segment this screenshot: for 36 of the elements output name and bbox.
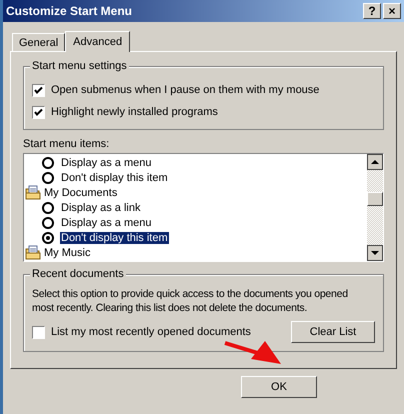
radio-label[interactable]: Display as a menu (60, 156, 152, 168)
radio-label[interactable]: Don't display this item (60, 232, 169, 244)
checkbox[interactable] (32, 326, 45, 338)
title-bar-button[interactable]: ? (363, 3, 381, 19)
description-text: Select this option to provide quick access to the documents you opened most recently. Clearing this list does not delete the documents. (32, 287, 349, 315)
scroll-down-icon (367, 245, 383, 261)
checkbox-label: Open submenus when I pause on them with my mouse (51, 84, 320, 96)
group-title: Start menu settings (30, 60, 129, 72)
checkbox[interactable] (32, 84, 45, 96)
radio-label[interactable]: Display as a menu (60, 216, 152, 228)
check-icon (34, 86, 43, 94)
ok-button[interactable]: OK (241, 376, 317, 398)
radio-label[interactable]: Don't display this item (60, 172, 169, 184)
list-item[interactable]: My Music (43, 246, 92, 258)
radio-button[interactable] (42, 156, 54, 168)
list-item[interactable]: My Documents (43, 186, 118, 198)
scroll-bar[interactable] (367, 154, 383, 261)
tab[interactable]: General (12, 33, 66, 51)
radio-button[interactable] (42, 172, 54, 184)
checkbox[interactable] (32, 106, 45, 118)
clear-list-button[interactable]: Clear List (291, 321, 375, 343)
checkbox-label: Highlight newly installed programs (51, 106, 218, 118)
radio-label[interactable]: Display as a link (60, 202, 142, 214)
title-bar-button[interactable]: × (383, 3, 401, 19)
list-label: Start menu items: (23, 138, 110, 152)
annotation-arrow (224, 341, 281, 364)
scroll-thumb[interactable] (367, 192, 383, 206)
check-icon (34, 108, 43, 116)
group-title: Recent documents (30, 268, 126, 280)
radio-button[interactable] (42, 232, 54, 244)
tab[interactable]: Advanced (65, 31, 130, 52)
scroll-up-icon (367, 154, 383, 170)
radio-button[interactable] (42, 202, 54, 214)
checkbox-label: List my most recently opened documents (51, 326, 251, 338)
radio-button[interactable] (42, 216, 54, 228)
window-title: Customize Start Menu (6, 4, 132, 18)
